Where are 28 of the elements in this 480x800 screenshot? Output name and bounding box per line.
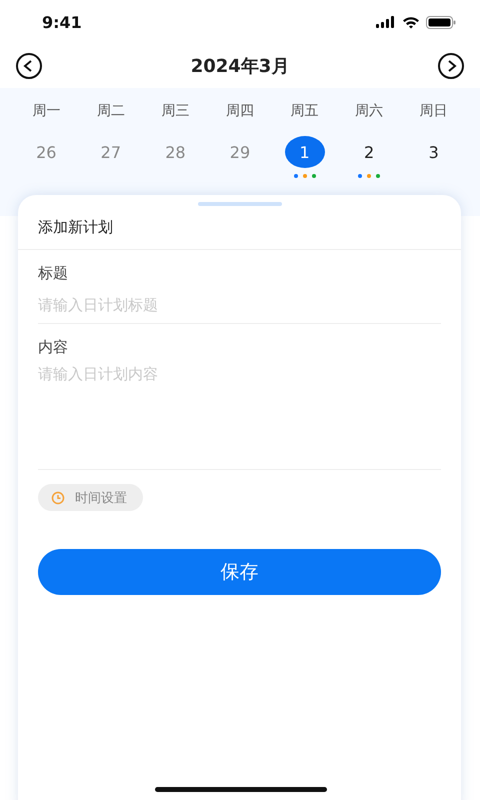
- weekday-label: 周一: [31, 102, 62, 121]
- weekday-label: 周日: [418, 102, 449, 121]
- weekday-label: 周六: [354, 102, 384, 121]
- time-setting-button[interactable]: 时间设置: [38, 484, 143, 511]
- previous-month-button[interactable]: [14, 51, 44, 81]
- weekday-label: 周五: [290, 102, 320, 121]
- calendar-day[interactable]: 1: [284, 136, 325, 168]
- weekday-label: 周三: [160, 102, 190, 121]
- calendar-day[interactable]: 2: [349, 136, 390, 168]
- field-label: 内容: [38, 338, 69, 357]
- month-title: 2024年3月: [190, 55, 290, 78]
- status-time: 9:41: [42, 12, 82, 32]
- wifi-icon: [402, 16, 420, 28]
- weekday-label: 周二: [96, 102, 126, 121]
- weekday-label: 周四: [224, 102, 255, 121]
- clock-icon: [51, 490, 65, 504]
- calendar-day[interactable]: 28: [155, 136, 196, 168]
- save-button[interactable]: 保存: [38, 549, 441, 595]
- field-label: 标题: [38, 264, 69, 283]
- sheet-title: 添加新计划: [18, 206, 461, 250]
- drag-handle[interactable]: [198, 202, 282, 206]
- battery-icon: [426, 16, 456, 28]
- calendar-day[interactable]: 26: [26, 136, 66, 168]
- signal-icon: [376, 16, 396, 28]
- calendar-day[interactable]: 27: [90, 136, 131, 168]
- calendar-day[interactable]: 3: [414, 136, 454, 168]
- calendar-day[interactable]: 29: [220, 136, 260, 168]
- next-month-button[interactable]: [436, 51, 466, 81]
